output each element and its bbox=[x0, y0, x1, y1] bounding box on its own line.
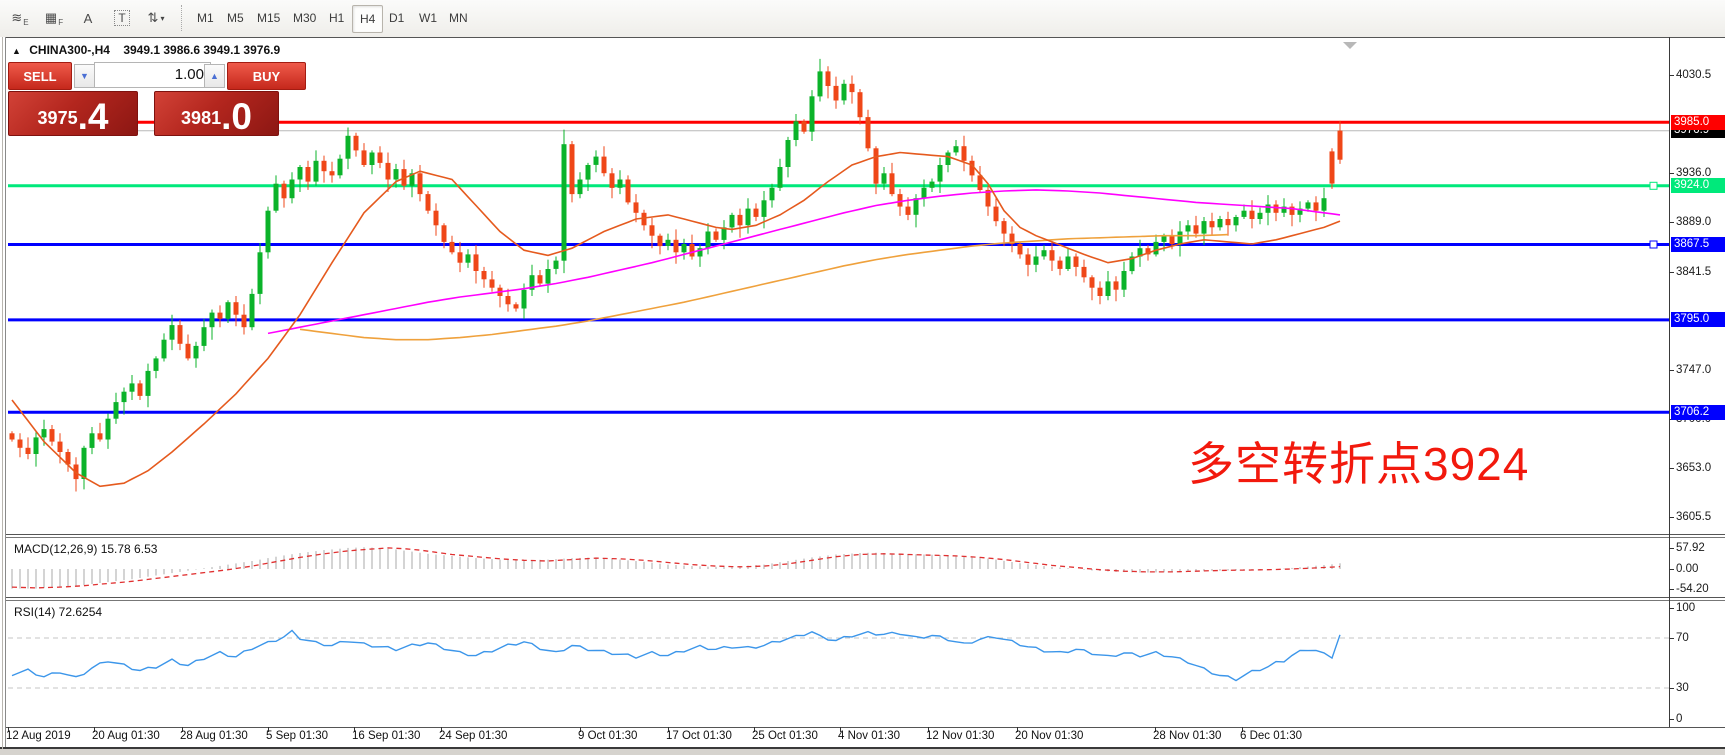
ohlc-values: 3949.1 3986.6 3949.1 3976.9 bbox=[123, 43, 280, 57]
timeframe-button-m5[interactable]: M5 bbox=[220, 5, 251, 31]
timeframe-button-d1[interactable]: D1 bbox=[382, 5, 411, 31]
price-tick-label: 3747.0 bbox=[1676, 363, 1711, 377]
sell-price-display[interactable]: 3975 .4 bbox=[8, 91, 138, 136]
price-badge-3924.0: 3924.0 bbox=[1671, 178, 1725, 193]
date-label: 20 Aug 01:30 bbox=[92, 730, 160, 742]
rsi-tick-mark bbox=[1669, 688, 1674, 689]
date-label: 12 Aug 2019 bbox=[6, 730, 71, 742]
date-label: 6 Dec 01:30 bbox=[1240, 730, 1302, 742]
sell-price-fraction: .4 bbox=[78, 100, 109, 134]
date-label: 4 Nov 01:30 bbox=[838, 730, 900, 742]
rsi-bottom-border bbox=[5, 727, 1725, 728]
rsi-tick-mark bbox=[1669, 608, 1674, 609]
mt4-window: ≋E ▦F AT ⇅▾ M1M5M15M30H1H4D1W1MN ▲ CHINA300-… bbox=[0, 0, 1725, 755]
fibonacci-grid-tool-icon[interactable]: ▦F bbox=[42, 6, 66, 30]
text-label-tool-icon[interactable]: A bbox=[76, 6, 100, 30]
toolbar-separator bbox=[181, 5, 182, 31]
rsi-tick-label: 70 bbox=[1676, 631, 1689, 645]
price-tick-label: 4030.5 bbox=[1676, 68, 1711, 82]
price-tick-mark bbox=[1669, 517, 1674, 518]
price-tick-mark bbox=[1669, 75, 1674, 76]
rsi-separator[interactable] bbox=[5, 597, 1725, 598]
rsi-tick-mark bbox=[1669, 719, 1674, 720]
price-tick-label: 3841.5 bbox=[1676, 265, 1711, 279]
toolbar: ≋E ▦F AT ⇅▾ M1M5M15M30H1H4D1W1MN bbox=[0, 0, 1725, 37]
price-axis-border bbox=[1669, 37, 1670, 727]
arrows-tool-icon[interactable]: ⇅▾ bbox=[144, 6, 168, 30]
sell-button[interactable]: SELL bbox=[8, 62, 72, 90]
volume-input[interactable]: 1.00 bbox=[94, 62, 211, 88]
symbol-name: CHINA300-,H4 bbox=[29, 43, 110, 57]
price-badge-3985.0: 3985.0 bbox=[1671, 115, 1725, 130]
price-tick-mark bbox=[1669, 173, 1674, 174]
price-badge-3795.0: 3795.0 bbox=[1671, 312, 1725, 327]
macd-tick-mark bbox=[1669, 589, 1674, 590]
price-tick-mark bbox=[1669, 272, 1674, 273]
price-badge-3867.5: 3867.5 bbox=[1671, 237, 1725, 252]
timeframe-button-h4[interactable]: H4 bbox=[352, 5, 383, 33]
chart-text-annotation[interactable]: 多空转折点3924 bbox=[1188, 428, 1529, 494]
volume-decrease-button[interactable]: ▼ bbox=[74, 64, 95, 88]
date-label: 20 Nov 01:30 bbox=[1015, 730, 1083, 742]
window-left-border bbox=[2, 37, 3, 749]
date-label: 28 Aug 01:30 bbox=[180, 730, 248, 742]
date-label: 28 Nov 01:30 bbox=[1153, 730, 1221, 742]
buy-price-fraction: .0 bbox=[221, 100, 252, 134]
timeframe-button-w1[interactable]: W1 bbox=[412, 5, 444, 31]
buy-price-display[interactable]: 3981 .0 bbox=[154, 91, 279, 136]
window-bottom-strip bbox=[0, 749, 1725, 755]
buy-price-main: 3981 bbox=[181, 108, 221, 129]
macd-tick-mark bbox=[1669, 548, 1674, 549]
chart-symbol-header: ▲ CHINA300-,H4 3949.1 3986.6 3949.1 3976… bbox=[12, 43, 280, 57]
price-tick-mark bbox=[1669, 370, 1674, 371]
rsi-tick-label: 100 bbox=[1676, 601, 1695, 615]
macd-tick-label: 0.00 bbox=[1676, 562, 1698, 576]
date-label: 12 Nov 01:30 bbox=[926, 730, 994, 742]
volume-increase-button[interactable]: ▲ bbox=[204, 64, 225, 88]
date-label: 24 Sep 01:30 bbox=[439, 730, 507, 742]
timeframe-button-m1[interactable]: M1 bbox=[190, 5, 221, 31]
price-tick-label: 3653.0 bbox=[1676, 461, 1711, 475]
rsi-tick-label: 0 bbox=[1676, 712, 1682, 726]
freehand-draw-tool-icon[interactable]: ≋E bbox=[8, 6, 32, 30]
macd-tick-mark bbox=[1669, 569, 1674, 570]
date-label: 25 Oct 01:30 bbox=[752, 730, 818, 742]
buy-button[interactable]: BUY bbox=[227, 62, 306, 90]
timeframe-button-m30[interactable]: M30 bbox=[286, 5, 323, 31]
rsi-chart-canvas[interactable] bbox=[6, 601, 1669, 727]
macd-separator[interactable] bbox=[5, 534, 1725, 535]
rsi-tick-mark bbox=[1669, 638, 1674, 639]
macd-tick-label: -54.20 bbox=[1676, 582, 1709, 596]
chart-shift-marker-icon bbox=[1343, 42, 1357, 49]
price-tick-mark bbox=[1669, 222, 1674, 223]
price-badge-3706.2: 3706.2 bbox=[1671, 405, 1725, 420]
macd-label: MACD(12,26,9) 15.78 6.53 bbox=[14, 542, 157, 556]
timeframe-button-h1[interactable]: H1 bbox=[322, 5, 351, 31]
date-label: 17 Oct 01:30 bbox=[666, 730, 732, 742]
price-tick-mark bbox=[1669, 468, 1674, 469]
macd-tick-label: 57.92 bbox=[1676, 541, 1705, 555]
macd-chart-canvas[interactable] bbox=[6, 538, 1669, 597]
rsi-tick-label: 30 bbox=[1676, 681, 1689, 695]
sell-price-main: 3975 bbox=[38, 108, 78, 129]
timeframe-button-mn[interactable]: MN bbox=[442, 5, 475, 31]
date-label: 5 Sep 01:30 bbox=[266, 730, 328, 742]
timeframe-button-m15[interactable]: M15 bbox=[250, 5, 287, 31]
price-tick-label: 3889.0 bbox=[1676, 215, 1711, 229]
collapse-triangle-icon[interactable]: ▲ bbox=[12, 46, 21, 56]
rsi-label: RSI(14) 72.6254 bbox=[14, 605, 102, 619]
price-tick-label: 3605.5 bbox=[1676, 510, 1711, 524]
text-box-tool-icon[interactable]: T bbox=[110, 6, 134, 30]
date-label: 9 Oct 01:30 bbox=[578, 730, 637, 742]
date-label: 16 Sep 01:30 bbox=[352, 730, 420, 742]
